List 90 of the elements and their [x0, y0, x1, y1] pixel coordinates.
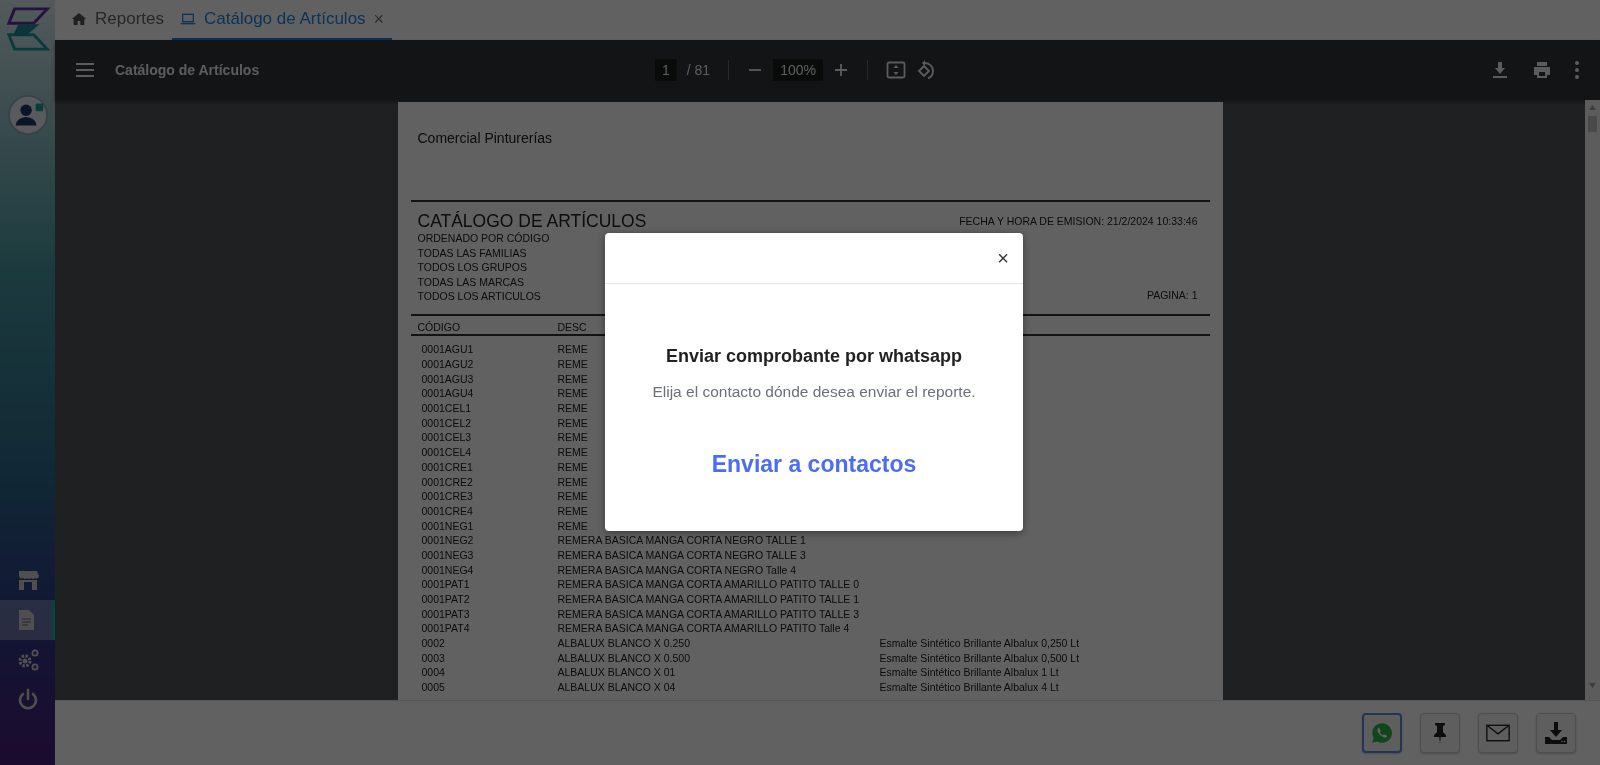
description-cell: REME — [557, 446, 588, 459]
code-cell: 0001AGU4 — [421, 387, 474, 400]
send-to-contacts-link[interactable]: Enviar a contactos — [711, 451, 917, 478]
code-cell: 0001CEL4 — [421, 446, 472, 459]
close-button[interactable]: × — [997, 246, 1009, 270]
description-cell: ALBALUX BLANCO X 01 — [557, 666, 676, 679]
detail-cell: Esmalte Sintético Brillante Albalux 1 Lt — [879, 666, 1059, 679]
code-cell: 0001CEL3 — [421, 431, 472, 444]
description-cell: ALBALUX BLANCO X 04 — [557, 681, 676, 694]
code-cell: 0005 — [421, 681, 445, 694]
download-icon[interactable] — [1490, 60, 1510, 80]
report-filter: TODAS LAS FAMILIAS — [417, 245, 528, 261]
rotate-icon[interactable] — [915, 60, 936, 80]
zoom-in-icon[interactable] — [832, 62, 849, 78]
description-cell: REME — [557, 519, 588, 532]
laptop-icon — [180, 11, 196, 27]
report-filter: ORDENADO POR CÓDIGO — [417, 231, 551, 246]
action-button[interactable] — [1362, 713, 1402, 753]
code-cell: 0001CRE1 — [421, 460, 473, 473]
code-cell: 0001NEG2 — [421, 534, 474, 547]
zoom-field[interactable]: 100% — [773, 59, 823, 81]
description-cell: REME — [557, 460, 588, 473]
code-cell: 0001PAT2 — [421, 593, 470, 605]
app-logo — [4, 6, 51, 52]
detail-cell: Esmalte Sintético Brillante Albalux 4 Lt — [879, 681, 1059, 694]
report-title: CATÁLOGO DE ARTÍCULOS — [417, 212, 648, 231]
user-avatar-icon[interactable] — [6, 94, 49, 136]
tab[interactable]: Reportes — [63, 0, 172, 40]
fit-page-icon[interactable] — [885, 60, 906, 80]
code-cell: 0001NEG3 — [421, 548, 474, 561]
code-cell: 0001CRE3 — [421, 490, 473, 503]
description-cell: ALBALUX BLANCO X 0.500 — [557, 651, 690, 664]
description-cell: REME — [557, 372, 588, 385]
report-filter: TODAS LAS MARCAS — [417, 274, 526, 290]
close-tab-button[interactable]: × — [373, 8, 385, 30]
description-cell: REME — [557, 358, 588, 370]
description-cell: REMERA BASICA MANGA CORTA NEGRO TALLE 3 — [557, 548, 806, 561]
description-cell: ALBALUX BLANCO X 0.250 — [557, 637, 690, 650]
description-cell: REME — [557, 475, 588, 488]
code-cell: 0003 — [421, 651, 445, 664]
description-cell: REMERA BASICA MANGA CORTA AMARILLO PATITO TALLE 3 — [557, 607, 859, 620]
code-cell: 0001CRE2 — [421, 475, 473, 488]
code-cell: 0001CEL2 — [421, 416, 472, 429]
code-cell: 0001AGU2 — [421, 358, 474, 370]
print-icon[interactable] — [1532, 60, 1552, 80]
code-cell: 0001CRE4 — [421, 504, 473, 517]
description-cell: REME — [557, 504, 588, 517]
code-cell: 0002 — [421, 637, 445, 650]
page-number-field[interactable]: 1 — [655, 59, 677, 81]
action-button[interactable] — [1536, 713, 1576, 753]
description-cell: REME — [557, 343, 588, 356]
code-cell: 0001PAT3 — [421, 607, 470, 620]
code-cell: 0001NEG1 — [421, 519, 474, 532]
detail-cell: Esmalte Sintético Brillante Albalux 0,250 Lt — [879, 637, 1080, 650]
code-cell: 0001CEL1 — [421, 402, 472, 415]
code-cell: 0001NEG4 — [421, 563, 474, 576]
document-title: Catálogo de Artículos — [115, 62, 261, 78]
download-tray-icon — [1544, 721, 1568, 745]
action-button[interactable] — [1420, 713, 1460, 753]
code-cell: 0001AGU3 — [421, 372, 474, 385]
description-cell: REMERA BASICA MANGA CORTA AMARILLO PATITO TALLE 1 — [557, 593, 859, 605]
code-cell: 0001PAT4 — [421, 622, 470, 635]
description-cell: REME — [557, 402, 588, 415]
modal-message: Elija el contacto dónde desea enviar el reporte. — [652, 383, 976, 401]
code-cell: 0004 — [421, 666, 445, 679]
company-name: Comercial Pinturerías — [417, 130, 554, 148]
page-count: / 81 — [686, 62, 711, 78]
report-filter: TODOS LOS ARTICULOS — [417, 289, 542, 304]
description-cell: REME — [557, 490, 588, 503]
report-filter: TODOS LOS GRUPOS — [417, 260, 528, 275]
description-cell: REMERA BASICA MANGA CORTA AMARILLO PATITO TALLE 0 — [557, 578, 859, 591]
home-icon — [71, 11, 87, 27]
page-label: PAGINA: 1 — [1145, 288, 1198, 303]
detail-cell: Esmalte Sintético Brillante Albalux 0,500 Lt — [879, 651, 1080, 664]
description-cell: REMERA BASICA MANGA CORTA AMARILLO PATITO Talle 4 — [557, 622, 850, 635]
description-cell: REME — [557, 416, 588, 429]
description-cell: REMERA BASICA MANGA CORTA NEGRO TALLE 1 — [557, 534, 806, 547]
code-cell: 0001AGU1 — [421, 343, 474, 356]
code-cell: 0001PAT1 — [421, 578, 470, 591]
envelope-icon — [1486, 724, 1510, 742]
description-cell: REMERA BASICA MANGA CORTA NEGRO Talle 4 — [557, 563, 797, 576]
modal-title: Enviar comprobante por whatsapp — [665, 346, 963, 367]
emission-date: FECHA Y HORA DE EMISION: 21/2/2024 10:33:46 — [959, 214, 1198, 229]
menu-icon[interactable] — [75, 62, 95, 78]
description-cell: REME — [557, 431, 588, 444]
more-options-icon[interactable] — [1574, 60, 1580, 80]
description-cell: REME — [557, 387, 588, 400]
column-header: DESC — [557, 320, 587, 333]
action-button[interactable] — [1478, 713, 1518, 753]
column-header: CÓDIGO — [417, 320, 461, 333]
